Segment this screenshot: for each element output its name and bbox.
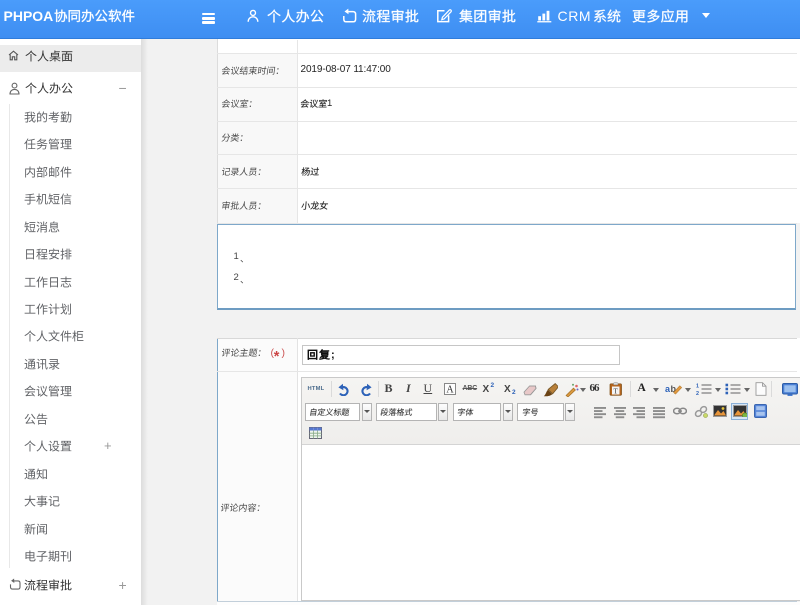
svg-text:2: 2 <box>696 391 699 395</box>
svg-text:A: A <box>446 385 454 396</box>
svg-text:T: T <box>614 388 619 396</box>
svg-text:1: 1 <box>696 383 699 389</box>
